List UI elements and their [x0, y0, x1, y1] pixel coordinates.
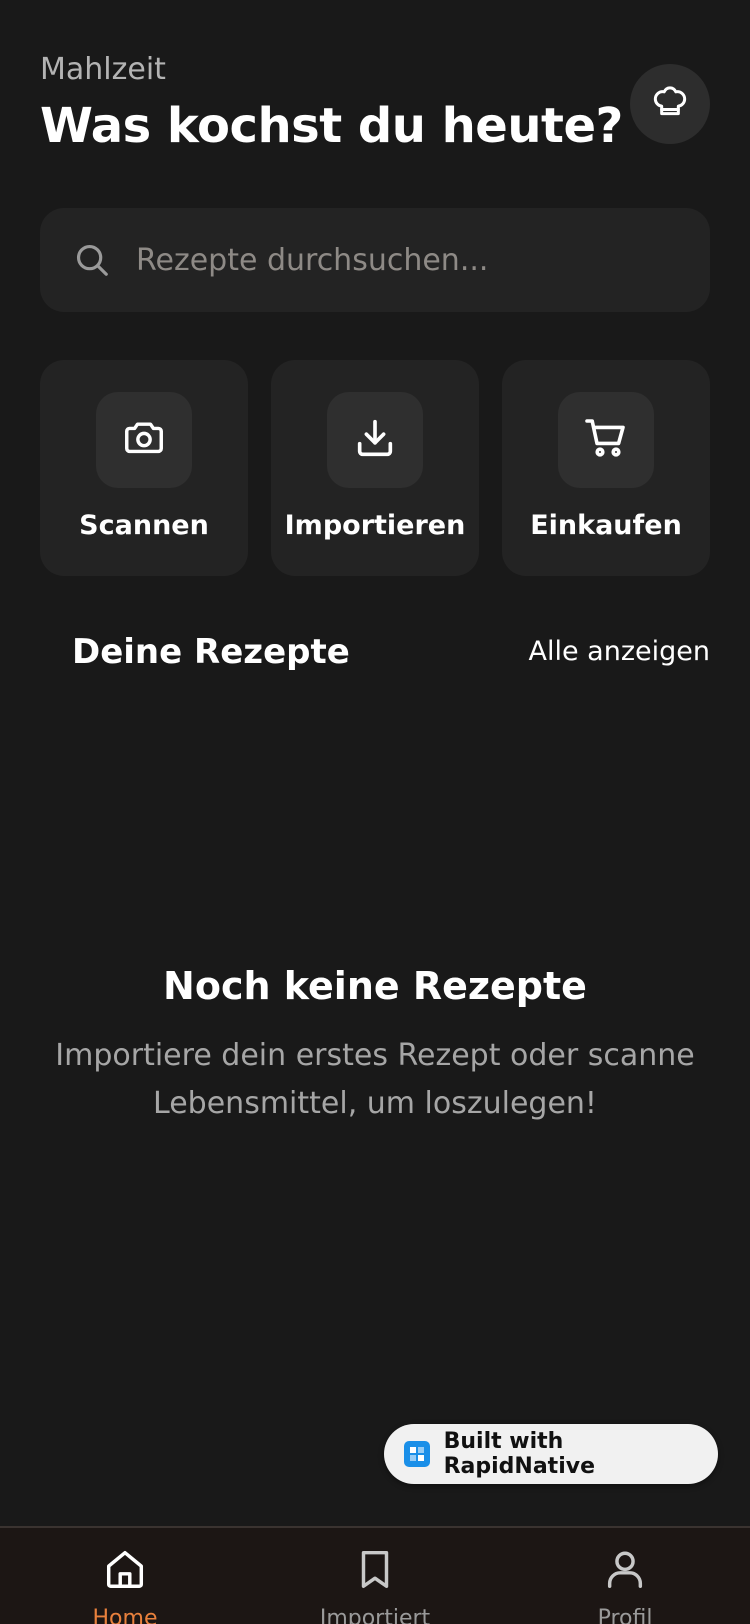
quick-actions: Scannen Importieren Einkaufen	[40, 360, 710, 576]
camera-icon	[121, 415, 167, 465]
empty-state-text: Importiere dein erstes Rezept oder scann…	[55, 1038, 695, 1121]
app-screen: Mahlzeit Was kochst du heute? Rezepte du…	[0, 0, 750, 1624]
recipes-section-title: Deine Rezepte	[72, 632, 350, 672]
scan-icon-box	[96, 392, 192, 488]
tab-imported-label: Importiert	[319, 1606, 431, 1624]
search-icon	[72, 240, 112, 280]
download-icon	[352, 415, 398, 465]
show-all-link[interactable]: Alle anzeigen	[529, 636, 710, 667]
bookmark-icon	[352, 1546, 398, 1596]
scan-action-card[interactable]: Scannen	[40, 360, 248, 576]
greeting-subtitle: Mahlzeit	[40, 52, 166, 87]
shopping-action-card[interactable]: Einkaufen	[502, 360, 710, 576]
page-title: Was kochst du heute?	[40, 98, 623, 154]
tab-home[interactable]: Home	[50, 1546, 200, 1624]
tab-profile[interactable]: Profil	[550, 1546, 700, 1624]
chef-hat-icon	[650, 82, 690, 126]
cart-icon	[582, 414, 630, 466]
built-with-badge[interactable]: Built with RapidNative	[384, 1424, 718, 1484]
import-action-card[interactable]: Importieren	[271, 360, 479, 576]
home-icon	[102, 1546, 148, 1596]
shopping-icon-box	[558, 392, 654, 488]
bottom-tab-bar: Home Importiert Profil	[0, 1526, 750, 1624]
profile-chef-button[interactable]	[630, 64, 710, 144]
search-bar[interactable]	[40, 208, 710, 312]
tab-home-label: Home	[92, 1606, 158, 1624]
empty-state-title: Noch keine Rezepte	[163, 964, 587, 1008]
import-action-label: Importieren	[284, 510, 466, 541]
badge-text: Built with RapidNative	[443, 1429, 595, 1479]
tab-profile-label: Profil	[597, 1606, 653, 1624]
rapidnative-logo-icon	[404, 1441, 430, 1467]
shopping-action-label: Einkaufen	[530, 510, 682, 541]
user-icon	[602, 1546, 648, 1596]
import-icon-box	[327, 392, 423, 488]
tab-imported[interactable]: Importiert	[300, 1546, 450, 1624]
scan-action-label: Scannen	[79, 510, 209, 541]
search-input[interactable]	[136, 230, 710, 290]
